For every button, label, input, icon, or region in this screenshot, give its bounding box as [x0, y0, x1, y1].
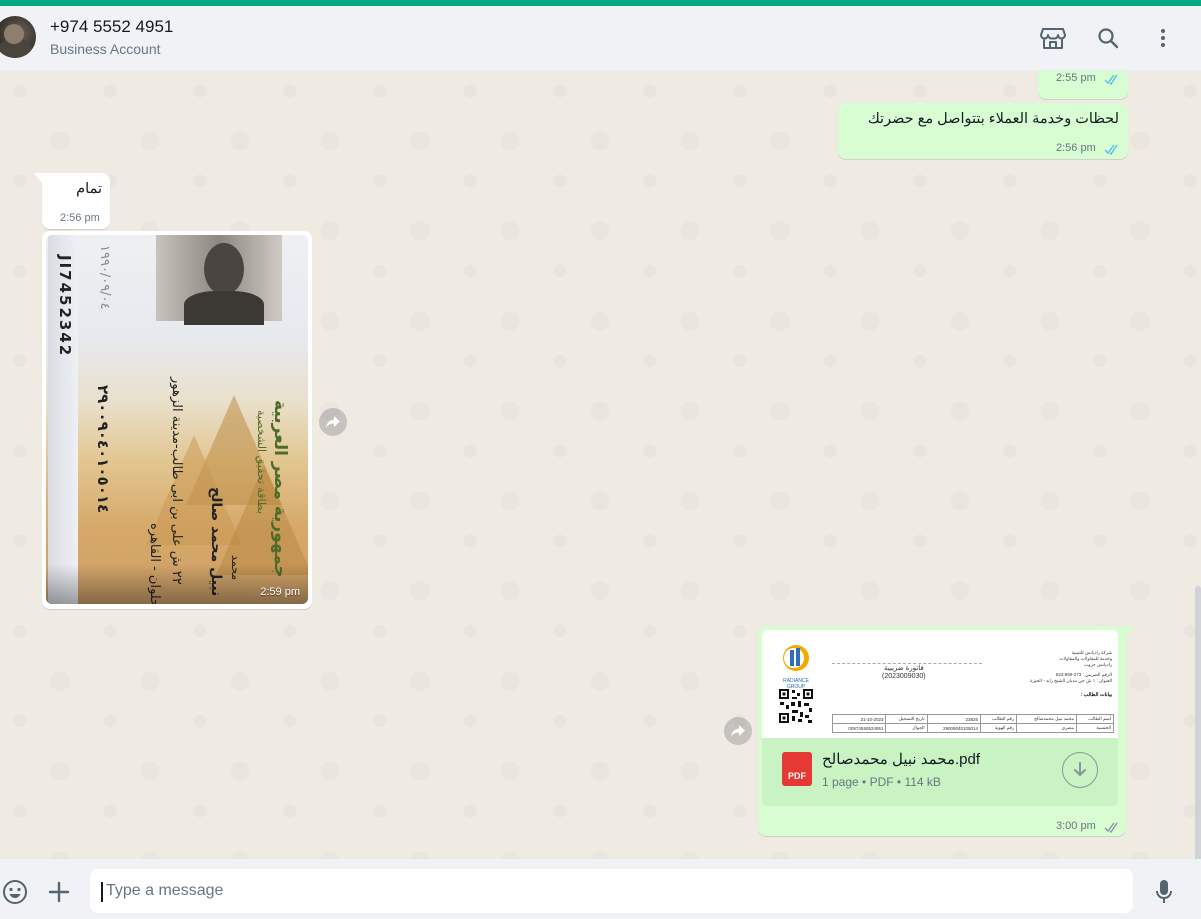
table-cell: محمد نبيل محمدصالح	[1016, 714, 1077, 724]
document-preview[interactable]: RADIANCE GROUP فاتورة ضريبية (2023009030…	[762, 630, 1118, 738]
attach-plus-icon[interactable]	[44, 877, 74, 907]
message-bubble-incoming[interactable]: تمام 2:56 pm	[34, 173, 110, 229]
message-text: لحظات وخدمة العملاء بتتواصل مع حضرتك	[867, 111, 1119, 127]
delivered-receipt-icon	[1104, 822, 1118, 833]
contact-name[interactable]: +974 5552 4951	[50, 17, 173, 37]
message-text: تمام	[76, 181, 102, 197]
company-logo	[783, 645, 809, 671]
text-caret	[101, 882, 103, 902]
bubble-tail-icon	[1126, 626, 1134, 636]
document-name[interactable]: محمد نبيل محمدصالح.pdf	[822, 750, 980, 768]
message-composer[interactable]	[0, 859, 1201, 919]
address-line: العنوان : ١ ش حي مديان الشيخ زايد - الجي…	[1030, 678, 1112, 683]
table-cell: تاريخ التسجيل	[885, 714, 928, 724]
forward-icon[interactable]	[724, 717, 752, 745]
message-input[interactable]	[90, 869, 1133, 913]
download-icon	[1074, 762, 1086, 776]
message-time: 2:56 pm	[1056, 142, 1096, 154]
table-cell: أسم الطالب	[1076, 714, 1114, 724]
table-cell: الجوال	[885, 723, 928, 733]
document-message[interactable]: RADIANCE GROUP فاتورة ضريبية (2023009030…	[758, 626, 1134, 836]
id-national-number: ٢٩٠٠٩٠٤٠١٠٥٠١٤	[94, 385, 112, 514]
id-birth: ١٩٩٠/٠٩/٠٤	[97, 245, 112, 310]
download-button[interactable]	[1062, 752, 1098, 788]
id-address-1: ٢٢ ش على بن ابى طالب-مدينة الزهور	[169, 377, 184, 585]
student-label: بيانات الطالب :	[1080, 692, 1112, 698]
table-cell: الجنسية	[1076, 723, 1114, 733]
shop-icon[interactable]	[1039, 24, 1067, 52]
read-receipt-icon	[1104, 74, 1118, 85]
message-time: 3:00 pm	[1056, 820, 1096, 832]
id-card-subtitle: بطاقة تحقيق الشخصية	[255, 410, 268, 514]
document-meta: 1 page • PDF • 114 kB	[822, 775, 941, 789]
contact-subtitle: Business Account	[50, 41, 161, 57]
message-bubble-outgoing[interactable]: 2:55 pm	[1038, 71, 1128, 99]
emoji-icon[interactable]	[0, 877, 30, 907]
scrollbar[interactable]	[1195, 586, 1201, 859]
invoice-title: فاتورة ضريبية	[884, 665, 924, 672]
id-number: JI7452342	[56, 255, 74, 358]
image-message[interactable]: JI7452342 ١٩٩٠/٠٩/٠٤ جمهورية مصر العربية…	[42, 231, 312, 609]
table-cell: مصري	[1016, 723, 1077, 733]
table-cell: 23825	[926, 714, 982, 724]
forward-icon[interactable]	[319, 408, 347, 436]
table-cell: 29009040105014	[926, 723, 982, 733]
menu-icon[interactable]	[1149, 24, 1177, 52]
table-row: أسم الطالب محمد نبيل محمدصالح رقم الطالب…	[831, 714, 1114, 724]
table-row: الجنسية مصري رقم الهوية 29009040105014 ا…	[831, 723, 1114, 733]
id-photo	[156, 235, 282, 325]
message-bubble-outgoing[interactable]: لحظات وخدمة العملاء بتتواصل مع حضرتك 2:5…	[838, 103, 1128, 159]
pdf-badge-label: PDF	[788, 771, 806, 781]
microphone-icon[interactable]	[1149, 877, 1179, 907]
company-line: راديانس جروب	[1084, 662, 1112, 667]
table-cell: 31-10-2023	[831, 714, 887, 724]
id-card-image[interactable]: JI7452342 ١٩٩٠/٠٩/٠٤ جمهورية مصر العربية…	[46, 235, 308, 604]
avatar[interactable]	[0, 16, 36, 58]
qr-code-icon	[778, 688, 814, 724]
message-time: 2:55 pm	[1056, 72, 1096, 84]
read-receipt-icon	[1104, 144, 1118, 155]
chat-header[interactable]: +974 5552 4951 Business Account	[0, 6, 1201, 71]
message-list[interactable]: 2:55 pm لحظات وخدمة العملاء بتتواصل مع ح…	[0, 71, 1201, 859]
document-info[interactable]: PDF محمد نبيل محمدصالح.pdf 1 page • PDF …	[762, 738, 1118, 806]
invoice-table: أسم الطالب محمد نبيل محمدصالح رقم الطالب…	[831, 714, 1114, 733]
table-cell: رقم الهوية	[980, 723, 1018, 733]
table-cell: 00974555524951	[831, 723, 887, 733]
image-shade	[46, 564, 308, 604]
bubble-tail-icon	[34, 173, 42, 183]
pdf-file-icon: PDF	[782, 752, 812, 786]
table-cell: رقم الطالب	[980, 714, 1018, 724]
message-time: 2:56 pm	[60, 212, 100, 224]
invoice-number: (2023009030)	[882, 673, 926, 680]
message-time: 2:59 pm	[260, 586, 300, 598]
search-icon[interactable]	[1094, 24, 1122, 52]
id-card-title: جمهورية مصر العربية	[270, 400, 290, 578]
